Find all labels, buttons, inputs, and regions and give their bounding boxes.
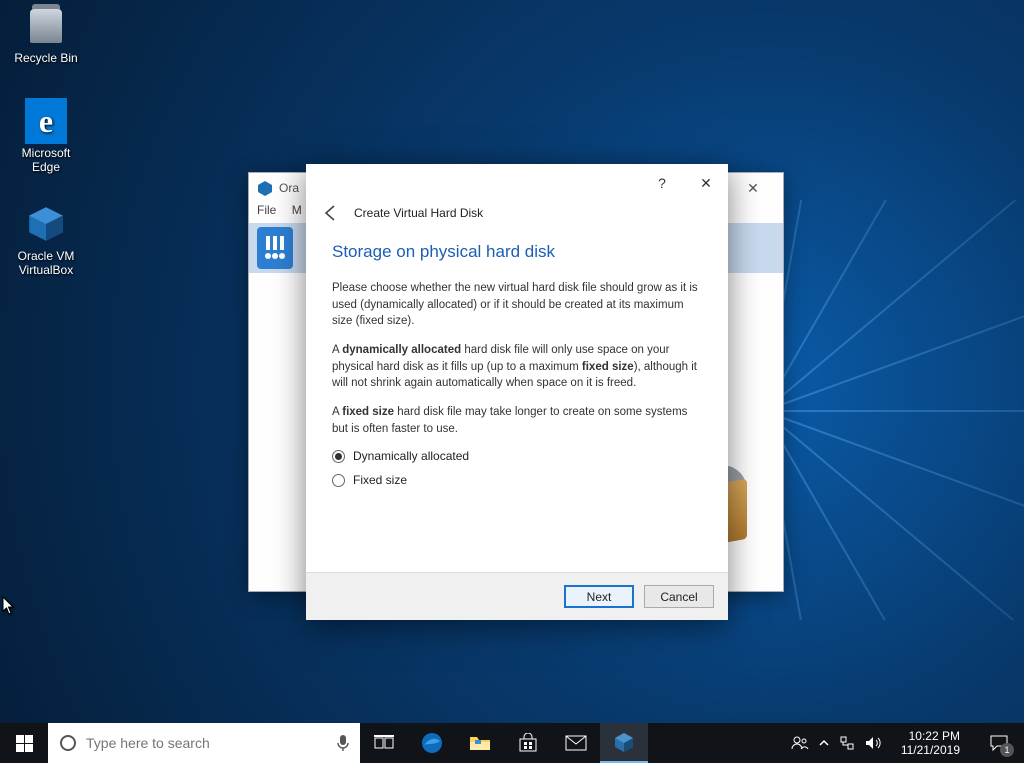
virtualbox-icon xyxy=(25,203,67,245)
taskbar-clock[interactable]: 10:22 PM 11/21/2019 xyxy=(893,729,968,758)
cancel-button[interactable]: Cancel xyxy=(644,585,714,608)
taskbar-app-microsoft-store[interactable] xyxy=(504,723,552,763)
microphone-icon[interactable] xyxy=(336,734,350,752)
radio-label: Fixed size xyxy=(353,473,407,487)
create-virtual-hard-disk-dialog: ? ✕ Create Virtual Hard Disk Storage on … xyxy=(306,164,728,620)
people-icon[interactable] xyxy=(791,736,809,750)
action-center-button[interactable]: 1 xyxy=(978,723,1020,763)
desktop-icon-label: Recycle Bin xyxy=(8,51,84,65)
search-icon xyxy=(60,735,76,751)
tray-chevron-up-icon[interactable] xyxy=(819,738,829,748)
network-icon[interactable] xyxy=(839,735,855,751)
notification-badge: 1 xyxy=(1000,743,1014,757)
help-icon[interactable]: ? xyxy=(640,168,684,198)
desktop-icon-label: Oracle VM VirtualBox xyxy=(8,249,84,277)
store-icon xyxy=(518,733,538,753)
radio-dynamically-allocated[interactable]: Dynamically allocated xyxy=(332,449,702,463)
dialog-footer: Next Cancel xyxy=(306,572,728,620)
recycle-bin-icon xyxy=(25,5,67,47)
arrow-left-icon xyxy=(320,202,342,224)
wizard-paragraph-3: A fixed size hard disk file may take lon… xyxy=(332,404,702,437)
dialog-titlebar[interactable]: ? ✕ xyxy=(306,164,728,202)
window-title: Ora xyxy=(279,181,299,195)
windows-logo-icon xyxy=(16,735,33,752)
virtualbox-icon xyxy=(613,731,635,753)
taskbar-app-mail[interactable] xyxy=(552,723,600,763)
radio-fixed-size[interactable]: Fixed size xyxy=(332,473,702,487)
close-icon[interactable]: ✕ xyxy=(731,174,775,202)
close-icon[interactable]: ✕ xyxy=(684,168,728,198)
menu-item[interactable]: M xyxy=(292,203,302,217)
wizard-paragraph-2: A dynamically allocated hard disk file w… xyxy=(332,342,702,392)
desktop-icon-microsoft-edge[interactable]: e Microsoft Edge xyxy=(8,100,84,174)
mouse-cursor-icon xyxy=(2,596,16,616)
clock-date: 11/21/2019 xyxy=(901,743,960,757)
back-button[interactable] xyxy=(320,202,342,224)
wizard-paragraph-1: Please choose whether the new virtual ha… xyxy=(332,280,702,330)
virtualbox-icon xyxy=(257,180,273,196)
desktop-icon-recycle-bin[interactable]: Recycle Bin xyxy=(8,5,84,65)
system-tray: 10:22 PM 11/21/2019 1 xyxy=(791,723,1024,763)
taskbar: 10:22 PM 11/21/2019 1 xyxy=(0,723,1024,763)
desktop-icon-virtualbox[interactable]: Oracle VM VirtualBox xyxy=(8,203,84,277)
edge-icon xyxy=(421,732,443,754)
desktop-icon-label: Microsoft Edge xyxy=(8,146,84,174)
menu-file[interactable]: File xyxy=(257,203,276,217)
dialog-title: Create Virtual Hard Disk xyxy=(354,206,483,220)
clock-time: 10:22 PM xyxy=(901,729,960,743)
task-view-button[interactable] xyxy=(360,723,408,763)
search-input[interactable] xyxy=(86,735,326,751)
taskbar-app-file-explorer[interactable] xyxy=(456,723,504,763)
folder-icon xyxy=(469,734,491,752)
taskbar-app-virtualbox[interactable] xyxy=(600,723,648,763)
radio-label: Dynamically allocated xyxy=(353,449,469,463)
mail-icon xyxy=(565,735,587,751)
start-button[interactable] xyxy=(0,723,48,763)
volume-icon[interactable] xyxy=(865,736,883,750)
next-button[interactable]: Next xyxy=(564,585,634,608)
radio-icon xyxy=(332,450,345,463)
wizard-heading: Storage on physical hard disk xyxy=(332,242,702,262)
tools-icon[interactable] xyxy=(257,227,293,269)
taskbar-search[interactable] xyxy=(48,723,360,763)
task-view-icon xyxy=(374,735,394,751)
edge-icon: e xyxy=(25,100,67,142)
radio-icon xyxy=(332,474,345,487)
taskbar-app-edge[interactable] xyxy=(408,723,456,763)
